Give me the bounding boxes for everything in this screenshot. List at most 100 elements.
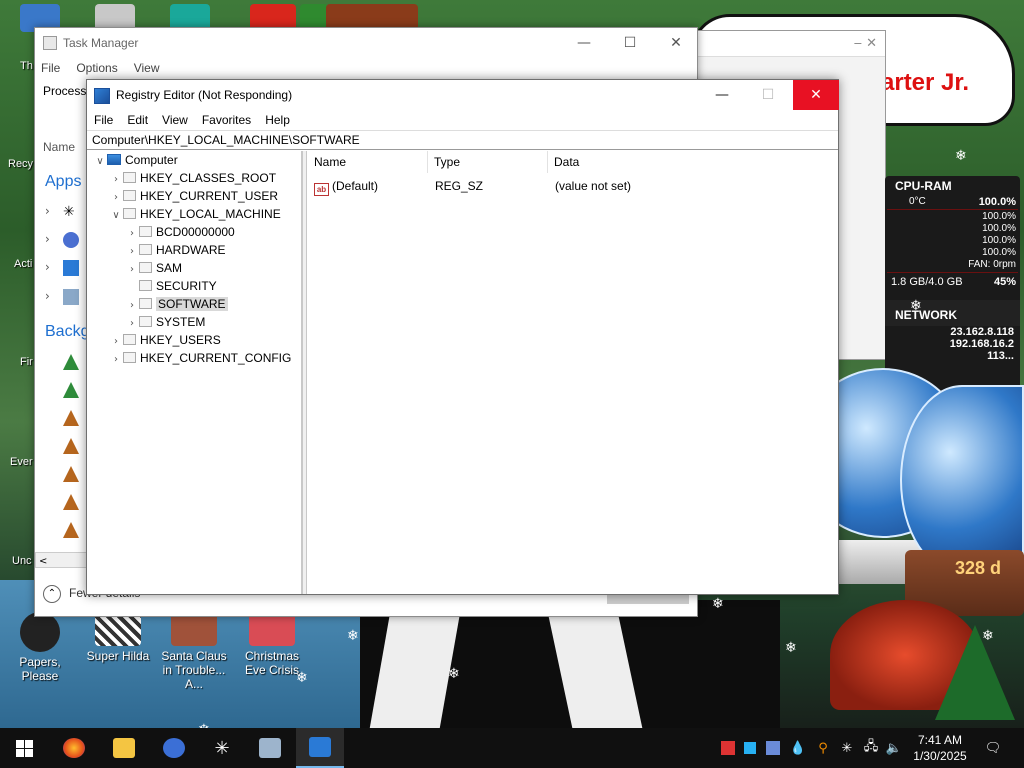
tree-item-label: BCD00000000	[156, 225, 235, 239]
tree-item-security[interactable]: SECURITY	[125, 277, 217, 295]
tree-item-sam[interactable]: › SAM	[125, 259, 182, 277]
registry-editor-titlebar[interactable]: Registry Editor (Not Responding) — ☐ ✕	[87, 80, 839, 110]
expand-icon[interactable]: ›	[45, 289, 50, 303]
chevron-up-icon[interactable]: ⌃	[43, 585, 61, 603]
folder-icon	[123, 208, 136, 219]
start-button[interactable]	[0, 728, 48, 768]
desktop-icon-christmas-eve-crisis[interactable]: Christmas Eve Crisis	[234, 612, 310, 677]
registry-values-list[interactable]: Name Type Data ab (Default) REG_SZ (value…	[308, 151, 838, 594]
close-button[interactable]: ✕	[793, 80, 839, 110]
horizontal-scrollbar[interactable]: <	[35, 552, 87, 568]
expand-icon[interactable]: ›	[45, 260, 50, 274]
tree-item-software[interactable]: › SOFTWARE	[125, 295, 228, 313]
taskbar-registry-editor[interactable]	[296, 728, 344, 768]
background-window-titlebar: ‒ ✕	[691, 31, 885, 57]
chevron-right-icon[interactable]: ›	[109, 351, 123, 369]
chevron-down-icon[interactable]: ∨	[93, 153, 107, 171]
column-header-data[interactable]: Data	[548, 151, 838, 173]
menu-file[interactable]: File	[41, 61, 60, 75]
desktop-label-1[interactable]: Th	[20, 60, 33, 72]
droplet-icon: 💧	[789, 740, 807, 756]
tree-item-computer[interactable]: ∨ Computer	[93, 151, 177, 171]
pane-splitter[interactable]	[303, 151, 307, 594]
folder-icon	[113, 738, 135, 758]
scroll-left-arrow[interactable]: <	[36, 556, 47, 567]
registry-tree[interactable]: ∨ Computer › HKEY_CLASSES_ROOT › HKEY_CURRE…	[87, 151, 303, 594]
tree-item-hkey-local-machine[interactable]: ∨ HKEY_LOCAL_MACHINE	[109, 205, 280, 225]
tree-process-icon	[63, 410, 79, 426]
taskbar-app-remote[interactable]	[246, 728, 294, 768]
snowflake-app-icon: ✳	[63, 204, 75, 220]
tray-icon-1[interactable]	[718, 728, 738, 768]
desktop-icon-super-hilda[interactable]: Super Hilda	[80, 612, 156, 663]
security-icon	[721, 741, 735, 755]
taskbar-app-people[interactable]	[150, 728, 198, 768]
taskbar-firefox[interactable]	[50, 728, 98, 768]
column-header-name[interactable]: Name	[43, 140, 75, 154]
app-tray-icon	[766, 741, 780, 755]
tray-icon-2[interactable]	[740, 728, 760, 768]
folder-icon	[139, 280, 152, 291]
menu-edit[interactable]: Edit	[120, 113, 155, 127]
minimize-button[interactable]: —	[561, 28, 607, 58]
menu-view[interactable]: View	[134, 61, 160, 75]
desktop-icon-papers-please[interactable]: Papers, Please	[2, 612, 78, 683]
taskbar-file-explorer[interactable]	[100, 728, 148, 768]
tray-volume[interactable]: 🔈	[884, 728, 904, 768]
core-3: 100.0%	[982, 235, 1016, 246]
ram-percent: 45%	[993, 276, 1016, 288]
menu-favorites[interactable]: Favorites	[195, 113, 258, 127]
menu-help[interactable]: Help	[258, 113, 297, 127]
maximize-button[interactable]: ☐	[607, 28, 653, 58]
registry-editor-title: Registry Editor (Not Responding)	[116, 88, 293, 102]
taskbar-clock[interactable]: 7:41 AM 1/30/2025	[905, 732, 975, 764]
tray-icon-4[interactable]: 💧	[788, 728, 808, 768]
tray-icon-3[interactable]	[762, 728, 784, 768]
tree-item-hkey-users[interactable]: › HKEY_USERS	[109, 331, 221, 349]
close-button[interactable]: ✕	[653, 28, 699, 58]
tree-item-hkey-classes-root[interactable]: › HKEY_CLASSES_ROOT	[109, 169, 276, 187]
tray-snowflake[interactable]: ✳	[836, 728, 858, 768]
address-bar[interactable]: Computer\HKEY_LOCAL_MACHINE\SOFTWARE	[87, 130, 838, 150]
cpu-ram-title: CPU-RAM	[895, 179, 952, 193]
registry-editor-icon	[94, 88, 110, 104]
desktop-icon-santa-claus-trouble[interactable]: Santa Claus in Trouble... A...	[156, 612, 232, 691]
minimize-button[interactable]: —	[699, 80, 745, 110]
tray-network[interactable]: 🖧	[860, 728, 882, 768]
menu-view[interactable]: View	[155, 113, 195, 127]
tray-search[interactable]: ⚲	[812, 728, 834, 768]
task-manager-title: Task Manager	[63, 36, 139, 50]
core-4: 100.0%	[982, 247, 1016, 258]
action-center-button[interactable]: 🗨	[978, 728, 1008, 768]
registry-editor-window[interactable]: Registry Editor (Not Responding) — ☐ ✕ F…	[86, 79, 839, 595]
chevron-down-icon[interactable]: ∨	[109, 207, 123, 225]
folder-icon	[123, 334, 136, 345]
tree-item-bcd[interactable]: › BCD00000000	[125, 223, 235, 241]
folder-icon	[123, 190, 136, 201]
value-row-default[interactable]: ab (Default)	[314, 177, 378, 196]
desktop-label-6[interactable]: Unc	[12, 555, 32, 567]
desktop-label-5[interactable]: Ever	[10, 456, 33, 468]
menu-options[interactable]: Options	[76, 61, 117, 75]
column-header-type[interactable]: Type	[428, 151, 548, 173]
cpu-total: 100.0%	[978, 196, 1016, 208]
task-manager-titlebar[interactable]: Task Manager — ☐ ✕	[35, 28, 697, 58]
tree-item-system[interactable]: › SYSTEM	[125, 313, 205, 331]
ip-address-1: 23.162.8.118	[950, 326, 1014, 338]
desktop-label-2[interactable]: Recy	[8, 158, 33, 170]
menu-file[interactable]: File	[87, 113, 120, 127]
desktop-icon-label: Santa Claus in Trouble... A...	[161, 649, 227, 691]
taskbar-snowflake-app[interactable]: ✳	[198, 728, 246, 768]
tree-item-hkey-current-user[interactable]: › HKEY_CURRENT_USER	[109, 187, 278, 205]
maximize-button[interactable]: ☐	[745, 80, 791, 110]
snowflake-icon: ❄	[785, 640, 797, 656]
desktop-label-4[interactable]: Fir	[20, 356, 33, 368]
desktop-label-3[interactable]: Acti	[14, 258, 32, 270]
snowflake-icon: ❄	[910, 298, 922, 314]
tree-item-hardware[interactable]: › HARDWARE	[125, 241, 226, 259]
tree-item-hkey-current-config[interactable]: › HKEY_CURRENT_CONFIG	[109, 349, 291, 367]
expand-icon[interactable]: ›	[45, 204, 50, 218]
folder-icon	[139, 262, 152, 273]
column-header-name[interactable]: Name	[308, 151, 428, 173]
expand-icon[interactable]: ›	[45, 232, 50, 246]
